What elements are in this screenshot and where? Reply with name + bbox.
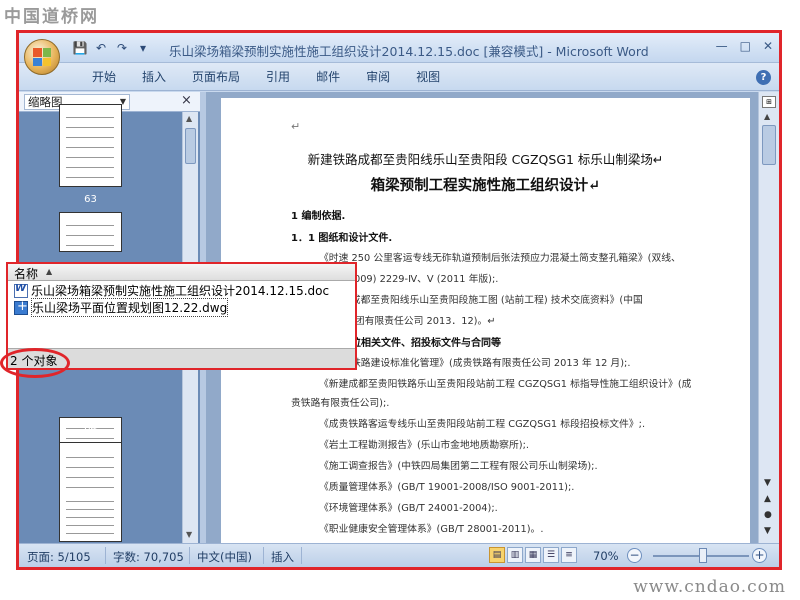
section-heading: 1 编制依据. <box>291 211 346 222</box>
highlight-callout-ellipse <box>0 348 70 378</box>
sort-ascending-icon: ▲ <box>46 267 53 276</box>
save-icon[interactable]: 💾 <box>72 40 88 56</box>
document-line: 《职业健康安全管理体系》(GB/T 28001-2011)。. <box>319 524 544 535</box>
screenshot: 中国道桥网 www.cndao.com 💾 ↶ ↷ ▾ 乐山梁场箱梁预制实施性施… <box>0 0 800 600</box>
scroll-down-icon[interactable]: ▼ <box>186 530 192 539</box>
insert-mode-indicator[interactable]: 插入 <box>271 549 294 565</box>
tab-page-layout[interactable]: 页面布局 <box>179 69 253 85</box>
outline-view-icon[interactable]: ☰ <box>543 547 559 563</box>
window-controls: — □ ✕ <box>716 39 773 53</box>
zoom-in-icon[interactable]: + <box>752 548 767 563</box>
tab-insert[interactable]: 插入 <box>129 69 179 85</box>
ruler-toggle-icon[interactable]: ⊞ <box>762 96 776 108</box>
page-thumbnail[interactable] <box>59 104 122 187</box>
scroll-down-icon[interactable]: ▼ <box>764 478 771 488</box>
section-heading: 位相关文件、招投标文件与合同等 <box>351 338 501 349</box>
customize-qat-icon[interactable]: ▾ <box>135 40 151 56</box>
tab-mailings[interactable]: 邮件 <box>303 69 353 85</box>
document-scrollbar[interactable]: ⊞ ▲ ▼ ▲ ● ▼ <box>758 92 779 543</box>
next-page-icon[interactable]: ▼ <box>764 526 771 536</box>
word-doc-icon <box>14 283 28 298</box>
language-indicator[interactable]: 中文(中国) <box>197 549 252 565</box>
close-pane-icon[interactable]: × <box>181 93 192 108</box>
title-bar: 💾 ↶ ↷ ▾ 乐山梁场箱梁预制实施性施工组织设计2014.12.15.doc … <box>19 33 779 63</box>
document-line: 集团有限责任公司 2013．12)。↵ <box>345 316 496 327</box>
word-count[interactable]: 字数: 70,705 <box>113 549 184 565</box>
close-button[interactable]: ✕ <box>763 39 773 53</box>
document-line: 桥 (2009) 2229-Ⅳ、Ⅴ (2011 年版);. <box>331 274 499 285</box>
document-line: 《新建成都至贵阳铁路乐山至贵阳段站前工程 CGZQSG1 标指导性施工组织设计》… <box>319 379 692 390</box>
redo-icon[interactable]: ↷ <box>114 40 130 56</box>
page-number-label: 63 <box>84 194 97 205</box>
tab-home[interactable]: 开始 <box>79 69 129 85</box>
thumbnail-dropdown-label: 缩略图 <box>28 95 63 109</box>
document-line: 贵铁路有限责任公司);. <box>291 398 390 409</box>
page-thumbnail[interactable] <box>59 212 122 252</box>
site-watermark-top: 中国道桥网 <box>4 7 99 27</box>
zoom-level[interactable]: 70% <box>593 549 619 563</box>
zoom-out-icon[interactable]: − <box>627 548 642 563</box>
dwg-file-icon <box>14 299 28 315</box>
quick-access-toolbar: 💾 ↶ ↷ ▾ <box>67 40 151 56</box>
browse-object-icon[interactable]: ● <box>764 510 772 520</box>
document-line: 《施工调查报告》(中铁四局集团第二工程有限公司乐山制梁场);. <box>319 461 598 472</box>
zoom-slider-thumb[interactable] <box>699 548 707 563</box>
draft-view-icon[interactable]: ≡ <box>561 547 577 563</box>
document-line: 《时速 250 公里客运专线无砟轨道预制后张法预应力混凝土简支整孔箱梁》(双线、 <box>319 253 681 264</box>
scrollbar-thumb[interactable] <box>185 128 196 164</box>
column-header[interactable]: 名称 ▲ <box>8 264 355 281</box>
document-line: 铁路建设标准化管理》(成贵铁路有限责任公司 2013 年 12 月);. <box>351 358 631 369</box>
file-name: 乐山梁场平面位置规划图12.22.dwg <box>31 298 229 317</box>
document-line: 《环境管理体系》(GB/T 24001-2004);. <box>319 503 498 514</box>
maximize-button[interactable]: □ <box>740 39 751 53</box>
full-screen-reading-icon[interactable]: ▥ <box>507 547 523 563</box>
scroll-up-icon[interactable]: ▲ <box>186 114 192 123</box>
scrollbar-thumb[interactable] <box>762 125 776 165</box>
ribbon: 开始 插入 页面布局 引用 邮件 审阅 视图 ? <box>19 63 779 91</box>
paragraph-mark: ↵ <box>291 120 301 133</box>
file-name: 乐山梁场箱梁预制实施性施工组织设计2014.12.15.doc <box>31 284 330 298</box>
site-watermark-bottom: www.cndao.com <box>633 577 786 597</box>
tab-view[interactable]: 视图 <box>403 69 453 85</box>
ribbon-tabs: 开始 插入 页面布局 引用 邮件 审阅 视图 <box>79 69 453 85</box>
previous-page-icon[interactable]: ▲ <box>764 494 771 504</box>
window-title: 乐山梁场箱梁预制实施性施工组织设计2014.12.15.doc [兼容模式] -… <box>169 44 649 59</box>
help-icon[interactable]: ? <box>756 70 771 85</box>
print-layout-icon[interactable]: ▤ <box>489 547 505 563</box>
web-layout-icon[interactable]: ▦ <box>525 547 541 563</box>
tab-review[interactable]: 审阅 <box>353 69 403 85</box>
file-list-item[interactable]: 乐山梁场平面位置规划图12.22.dwg <box>14 298 229 317</box>
scroll-up-icon[interactable]: ▲ <box>764 112 770 121</box>
office-logo-icon <box>33 48 51 66</box>
section-heading: 1．1 图纸和设计文件. <box>291 233 393 244</box>
document-line: 《质量管理体系》(GB/T 19001-2008/ISO 9001-2011);… <box>319 482 575 493</box>
document-main-title: 箱梁预制工程实施性施工组织设计↵ <box>370 177 601 194</box>
minimize-button[interactable]: — <box>716 39 728 53</box>
status-bar: 页面: 5/105 字数: 70,705 中文(中国) 插入 ▤ ▥ ▦ ☰ ≡… <box>19 543 779 567</box>
tab-references[interactable]: 引用 <box>253 69 303 85</box>
document-title-line: 新建铁路成都至贵阳线乐山至贵阳段 CGZQSG1 标乐山制梁场↵ <box>307 152 664 167</box>
document-line: 《岩土工程勘测报告》(乐山市金地地质勘察所);. <box>319 440 529 451</box>
page-thumbnail[interactable] <box>59 442 122 542</box>
page-number-label: 64 <box>84 423 97 434</box>
undo-icon[interactable]: ↶ <box>93 40 109 56</box>
name-column-label: 名称 <box>14 267 39 281</box>
office-button[interactable] <box>24 39 60 75</box>
file-list-item[interactable]: 乐山梁场箱梁预制实施性施工组织设计2014.12.15.doc <box>14 282 329 299</box>
page-counter[interactable]: 页面: 5/105 <box>27 549 91 565</box>
document-line: 《成贵铁路客运专线乐山至贵阳段站前工程 CGZQSG1 标段招投标文件》;. <box>319 419 646 430</box>
view-buttons: ▤ ▥ ▦ ☰ ≡ <box>489 547 577 563</box>
document-line: 路成都至贵阳线乐山至贵阳段施工图 (站前工程) 技术交底资料》(中国 <box>341 295 643 306</box>
